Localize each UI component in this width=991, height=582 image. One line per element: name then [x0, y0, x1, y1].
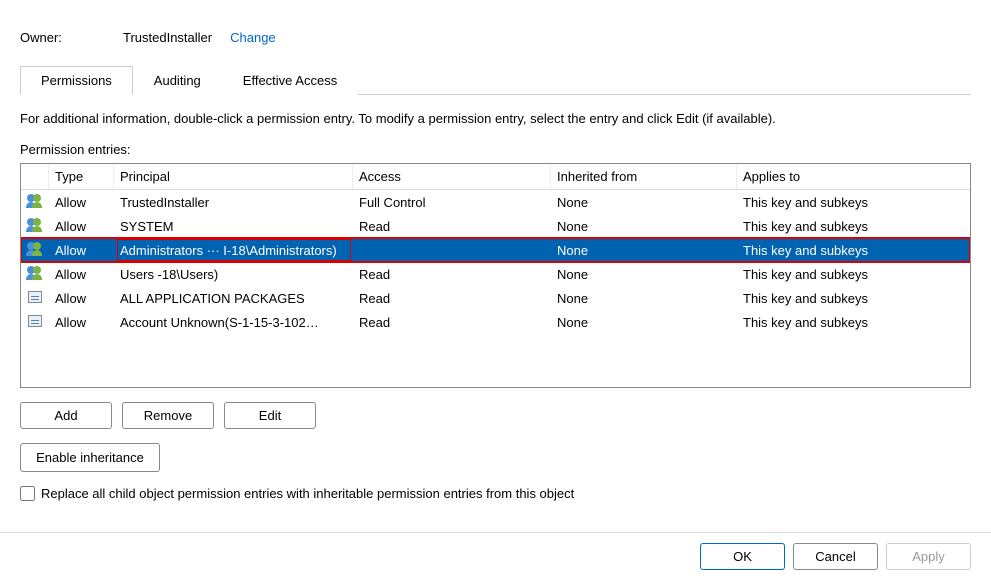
cell-access: Read	[353, 288, 551, 309]
users-icon	[21, 192, 49, 213]
package-icon	[21, 313, 49, 332]
cell-inherited: None	[551, 216, 737, 237]
entries-label: Permission entries:	[20, 142, 971, 157]
ok-button[interactable]: OK	[700, 543, 785, 570]
cell-access: Read	[353, 312, 551, 333]
table-header: Type Principal Access Inherited from App…	[21, 164, 970, 190]
cell-principal: ALL APPLICATION PACKAGES	[114, 288, 353, 309]
cell-inherited: None	[551, 240, 737, 261]
cell-type: Allow	[49, 216, 114, 237]
cell-type: Allow	[49, 240, 114, 261]
col-principal-header[interactable]: Principal	[114, 164, 353, 189]
tab-permissions[interactable]: Permissions	[20, 66, 133, 95]
cell-type: Allow	[49, 192, 114, 213]
replace-checkbox-row: Replace all child object permission entr…	[20, 486, 971, 501]
cell-applies: This key and subkeys	[737, 192, 970, 213]
add-button[interactable]: Add	[20, 402, 112, 429]
cell-access: Read	[353, 216, 551, 237]
col-applies-header[interactable]: Applies to	[737, 164, 970, 189]
info-text: For additional information, double-click…	[20, 111, 971, 126]
owner-value: TrustedInstaller	[123, 30, 212, 45]
table-body: AllowTrustedInstallerFull ControlNoneThi…	[21, 190, 970, 334]
users-icon	[21, 216, 49, 237]
col-type-header[interactable]: Type	[49, 164, 114, 189]
users-icon	[21, 264, 49, 285]
cell-access: Full Control	[353, 192, 551, 213]
owner-label: Owner:	[20, 30, 115, 45]
replace-checkbox-label[interactable]: Replace all child object permission entr…	[41, 486, 574, 501]
bottom-bar: OK Cancel Apply	[0, 532, 991, 582]
action-buttons: Add Remove Edit	[20, 402, 971, 429]
cell-inherited: None	[551, 192, 737, 213]
users-icon	[21, 240, 49, 261]
cell-type: Allow	[49, 312, 114, 333]
change-owner-link[interactable]: Change	[230, 30, 276, 45]
tabs: Permissions Auditing Effective Access	[20, 65, 971, 95]
cell-access: Read	[353, 264, 551, 285]
permission-entries-table: Type Principal Access Inherited from App…	[20, 163, 971, 388]
cell-principal: Account Unknown(S-1-15-3-102…	[114, 312, 353, 333]
tab-auditing[interactable]: Auditing	[133, 66, 222, 95]
cell-applies: This key and subkeys	[737, 288, 970, 309]
cell-applies: This key and subkeys	[737, 216, 970, 237]
enable-inheritance-button[interactable]: Enable inheritance	[20, 443, 160, 472]
col-inherited-header[interactable]: Inherited from	[551, 164, 737, 189]
col-access-header[interactable]: Access	[353, 164, 551, 189]
cell-applies: This key and subkeys	[737, 312, 970, 333]
cell-access	[353, 247, 551, 253]
cell-type: Allow	[49, 264, 114, 285]
replace-checkbox[interactable]	[20, 486, 35, 501]
cell-inherited: None	[551, 264, 737, 285]
cell-principal: TrustedInstaller	[114, 192, 353, 213]
cell-principal: Users -18\Users)	[114, 264, 353, 285]
cell-applies: This key and subkeys	[737, 264, 970, 285]
cell-type: Allow	[49, 288, 114, 309]
cell-principal: Administrators ··· I-18\Administrators)	[114, 240, 353, 261]
cancel-button[interactable]: Cancel	[793, 543, 878, 570]
col-icon-header	[21, 164, 49, 189]
table-row[interactable]: AllowTrustedInstallerFull ControlNoneThi…	[21, 190, 970, 214]
table-row[interactable]: AllowSYSTEMReadNoneThis key and subkeys	[21, 214, 970, 238]
package-icon	[21, 289, 49, 308]
table-row[interactable]: AllowAdministrators ··· I-18\Administrat…	[21, 238, 970, 262]
table-row[interactable]: AllowUsers -18\Users)ReadNoneThis key an…	[21, 262, 970, 286]
cell-inherited: None	[551, 312, 737, 333]
cell-applies: This key and subkeys	[737, 240, 970, 261]
table-row[interactable]: AllowAccount Unknown(S-1-15-3-102…ReadNo…	[21, 310, 970, 334]
remove-button[interactable]: Remove	[122, 402, 214, 429]
cell-inherited: None	[551, 288, 737, 309]
tab-effective-access[interactable]: Effective Access	[222, 66, 358, 95]
edit-button[interactable]: Edit	[224, 402, 316, 429]
owner-row: Owner: TrustedInstaller Change	[20, 30, 971, 45]
table-row[interactable]: AllowALL APPLICATION PACKAGESReadNoneThi…	[21, 286, 970, 310]
apply-button: Apply	[886, 543, 971, 570]
cell-principal: SYSTEM	[114, 216, 353, 237]
